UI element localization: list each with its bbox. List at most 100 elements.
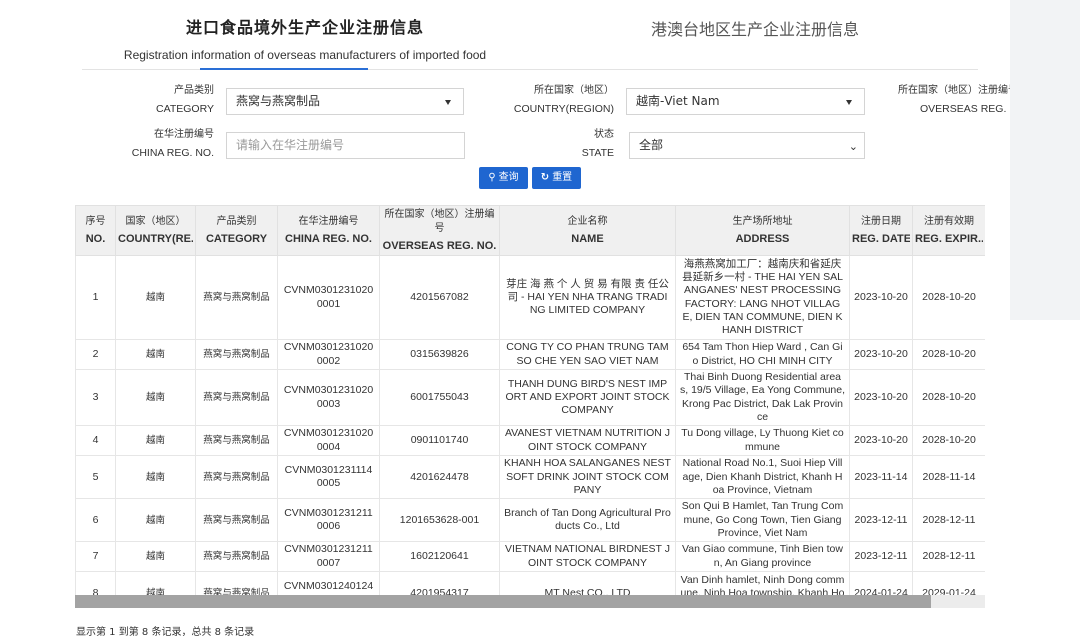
china-reg-label-cn: 在华注册编号 (154, 129, 214, 140)
cell-category: 燕窝与燕窝制品 (195, 255, 278, 340)
cell-overseas-reg: 1602120641 (379, 541, 500, 573)
refresh-icon: ↻ (540, 172, 550, 183)
cell-name: VIETNAM NATIONAL BIRDNEST JOINT STOCK CO… (499, 541, 676, 573)
cell-name: THANH DUNG BIRD'S NEST IMPORT AND EXPORT… (499, 368, 676, 427)
chevron-down-icon: ⌄ (848, 140, 858, 153)
cell-china-reg: CVNM03012310200001 (277, 255, 380, 340)
table-row: 4 越南 燕窝与燕窝制品 CVNM03012310200004 0901101740 AV… (75, 425, 985, 457)
cell-category: 燕窝与燕窝制品 (195, 455, 278, 500)
cell-country: 越南 (115, 541, 196, 573)
cell-name: KHANH HOA SALANGANES NEST SOFT DRINK JOI… (499, 455, 676, 500)
overseas-reg-label: 所在国家（地区）注册编号 OVERSEAS REG. NO. (880, 82, 1010, 118)
cell-category: 燕窝与燕窝制品 (195, 498, 278, 543)
side-panel (1010, 0, 1080, 320)
cell-address: Tu Dong village, Ly Thuong Kiet commune (675, 425, 850, 457)
header-reg-date: 注册日期 REG. DATE (849, 205, 913, 256)
header-category: 产品类别 CATEGORY (195, 205, 278, 256)
cell-expiry: 2028-10-20 (912, 425, 985, 457)
search-icon: ⚲ (488, 172, 496, 183)
tab-hk-macao-taiwan[interactable]: 港澳台地区生产企业注册信息 (630, 16, 880, 40)
header-china-reg-cn: 在华注册编号 (298, 216, 359, 227)
cell-reg-date: 2023-11-14 (849, 455, 913, 500)
cell-country: 越南 (115, 498, 196, 543)
active-tab-indicator (200, 68, 368, 70)
table-row: 6 越南 燕窝与燕窝制品 CVNM03012312110006 1201653628-0… (75, 498, 985, 543)
table-header-row: 序号 NO. 国家（地区） COUNTRY(RE... 产品类别 CATEGORY 在华注册… (75, 205, 985, 256)
cell-overseas-reg: 4201567082 (379, 255, 500, 340)
cell-name: 芽庄 海 燕 个 人 贸 易 有限 责 任公司 - HAI YEN NHA TR… (499, 255, 676, 340)
header-country: 国家（地区） COUNTRY(RE... (115, 205, 196, 256)
results-table-container[interactable]: 序号 NO. 国家（地区） COUNTRY(RE... 产品类别 CATEGORY 在华注册… (75, 205, 985, 595)
scrollbar-thumb[interactable] (75, 595, 931, 608)
header-name-cn: 企业名称 (567, 216, 608, 227)
category-select-value: 燕窝与燕窝制品 (236, 94, 321, 108)
cell-no: 6 (75, 498, 116, 543)
country-select-value: 越南-Viet Nam (636, 94, 720, 108)
header-reg-date-en: REG. DATE (852, 233, 910, 245)
caret-down-icon (445, 100, 451, 105)
cell-expiry: 2028-11-14 (912, 455, 985, 500)
cell-address: Thai Binh Duong Residential areas, 19/5 … (675, 368, 850, 427)
header-no-cn: 序号 (85, 216, 106, 227)
header-overseas-reg: 所在国家（地区）注册编号 OVERSEAS REG. NO. (379, 205, 500, 256)
cell-china-reg: CVNM03012310200004 (277, 425, 380, 457)
cell-reg-date: 2023-12-11 (849, 541, 913, 573)
header-address-cn: 生产场所地址 (732, 216, 793, 227)
country-label-cn: 所在国家（地区） (534, 85, 614, 96)
cell-address: 海燕燕窝加工厂：越南庆和省延庆县延新乡一村 - THE HAI YEN SALA… (675, 255, 850, 340)
cell-country: 越南 (115, 368, 196, 427)
category-label: 产品类别 CATEGORY (120, 82, 214, 118)
cell-china-reg: CVNM03012401240008 (277, 571, 380, 595)
cell-china-reg: CVNM03012310200002 (277, 339, 380, 370)
header-no: 序号 NO. (75, 205, 116, 256)
china-reg-input[interactable]: 请输入在华注册编号 (226, 132, 465, 159)
horizontal-scrollbar[interactable] (75, 595, 985, 608)
country-select[interactable]: 越南-Viet Nam (626, 88, 865, 115)
cell-overseas-reg: 1201653628-001 (379, 498, 500, 543)
cell-category: 燕窝与燕窝制品 (195, 425, 278, 457)
search-button[interactable]: ⚲ 查询 (479, 167, 528, 189)
cell-category: 燕窝与燕窝制品 (195, 541, 278, 573)
status-label-cn: 状态 (594, 129, 614, 140)
table-row: 7 越南 燕窝与燕窝制品 CVNM03012312110007 1602120641 VI… (75, 541, 985, 573)
category-select[interactable]: 燕窝与燕窝制品 (226, 88, 464, 115)
header-expiry-cn: 注册有效期 (924, 216, 974, 227)
cell-reg-date: 2023-10-20 (849, 425, 913, 457)
cell-overseas-reg: 0315639826 (379, 339, 500, 370)
overseas-reg-label-en: OVERSEAS REG. NO. (920, 103, 1010, 115)
header-no-en: NO. (85, 233, 106, 245)
header-category-en: CATEGORY (205, 233, 268, 245)
tab-title-en: Registration information of overseas man… (123, 48, 487, 62)
cell-reg-date: 2023-10-20 (849, 255, 913, 340)
cell-china-reg: CVNM03012312110006 (277, 498, 380, 543)
status-select[interactable]: 全部 ⌄ (629, 132, 865, 159)
cell-address: National Road No.1, Suoi Hiep Village, D… (675, 455, 850, 500)
cell-country: 越南 (115, 339, 196, 370)
header-china-reg: 在华注册编号 CHINA REG. NO. (277, 205, 380, 256)
cell-expiry: 2028-10-20 (912, 255, 985, 340)
cell-no: 7 (75, 541, 116, 573)
table-body: 1 越南 燕窝与燕窝制品 CVNM03012310200001 4201567082 芽庄… (75, 255, 985, 595)
cell-china-reg: CVNM03012310200003 (277, 368, 380, 427)
cell-expiry: 2028-10-20 (912, 339, 985, 370)
category-label-en: CATEGORY (156, 103, 214, 115)
cell-overseas-reg: 4201624478 (379, 455, 500, 500)
header-address-en: ADDRESS (735, 233, 790, 245)
cell-name: MT Nest CO., LTD (499, 571, 676, 595)
cell-country: 越南 (115, 455, 196, 500)
reset-button[interactable]: ↻ 重置 (532, 167, 581, 189)
china-reg-placeholder: 请输入在华注册编号 (236, 138, 345, 152)
cell-category: 燕窝与燕窝制品 (195, 339, 278, 370)
cell-address: 654 Tam Thon Hiep Ward , Can Gio Distric… (675, 339, 850, 370)
cell-name: Branch of Tan Dong Agricultural Products… (499, 498, 676, 543)
tab-overseas-manufacturers[interactable]: 进口食品境外生产企业注册信息 Registration information … (100, 14, 510, 62)
header-expiry-en: REG. EXPIR... (915, 233, 983, 245)
cell-address: Son Qui B Hamlet, Tan Trung Commune, Go … (675, 498, 850, 543)
china-reg-label-en: CHINA REG. NO. (131, 147, 214, 159)
table-row: 2 越南 燕窝与燕窝制品 CVNM03012310200002 0315639826 CO… (75, 339, 985, 370)
cell-reg-date: 2023-10-20 (849, 339, 913, 370)
table-row: 5 越南 燕窝与燕窝制品 CVNM03012311140005 4201624478 KH… (75, 455, 985, 500)
china-reg-label: 在华注册编号 CHINA REG. NO. (120, 126, 214, 162)
tab-title-cn: 进口食品境外生产企业注册信息 (185, 18, 424, 37)
header-reg-date-cn: 注册日期 (861, 216, 901, 227)
